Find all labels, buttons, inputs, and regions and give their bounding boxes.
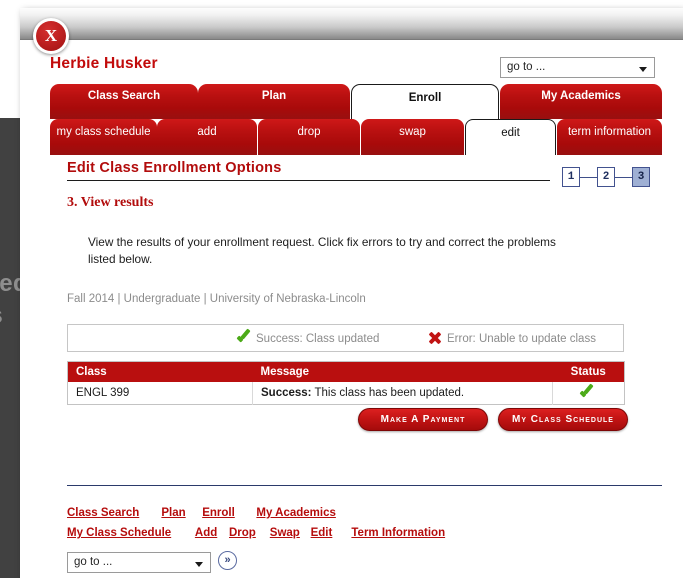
goto-go-button[interactable]: » — [218, 551, 237, 570]
column-header-class: Class — [67, 361, 253, 382]
red-x-icon — [428, 331, 442, 344]
step-indicator: 123 — [562, 167, 652, 189]
cell-status — [552, 382, 625, 405]
section-title: Edit Class Enrollment Options — [67, 160, 282, 176]
tab-plan[interactable]: Plan — [198, 84, 350, 119]
my-class-schedule-button[interactable]: My Class Schedule — [498, 408, 628, 431]
status-legend: Success: Class updated Error: Unable to … — [67, 324, 624, 352]
make-a-payment-button[interactable]: Make A Payment — [358, 408, 488, 431]
enrollment-modal: Herbie Husker go to ... Class Search Plan… — [20, 8, 683, 578]
subtab-label: my class schedule — [56, 126, 151, 138]
subtab-label: term information — [567, 126, 652, 138]
tab-my-academics[interactable]: My Academics — [500, 84, 662, 119]
step-indicator-1[interactable]: 1 — [562, 167, 580, 187]
cell-message-label: Success: — [261, 387, 312, 399]
table-body: ENGL 399 Success: This class has been up… — [67, 382, 625, 405]
subtab-my-class-schedule[interactable]: my class schedule — [50, 119, 157, 155]
footer-links-secondary: My Class Schedule Add Drop Swap Edit Term Inf… — [67, 527, 507, 543]
subtab-edit[interactable]: edit — [465, 119, 556, 155]
term-context-line: Fall 2014 | Undergraduate | University o… — [67, 293, 366, 305]
page-title: Herbie Husker — [50, 55, 158, 72]
footer-link-term-information[interactable]: Term Information — [351, 527, 445, 539]
subtab-swap[interactable]: swap — [361, 119, 464, 155]
tab-label: Enroll — [408, 92, 442, 104]
results-table: Class Message Status ENGL 399 Success: T… — [67, 361, 625, 405]
close-button[interactable]: X — [33, 18, 69, 54]
legend-error-label: Error: Unable to update class — [447, 333, 596, 345]
close-icon: X — [36, 21, 66, 51]
goto-select-top[interactable]: go to ... — [500, 57, 655, 78]
footer-link-drop[interactable]: Drop — [229, 527, 256, 539]
tab-label: Class Search — [87, 90, 161, 102]
footer-link-class-search[interactable]: Class Search — [67, 507, 139, 519]
subtab-label: edit — [501, 127, 520, 139]
goto-select-bottom[interactable]: go to ... — [67, 552, 211, 573]
subtab-term-information[interactable]: term information — [557, 119, 662, 155]
footer-divider — [67, 485, 662, 486]
cell-class: ENGL 399 — [67, 382, 253, 405]
column-header-message: Message — [252, 361, 553, 382]
tab-enroll[interactable]: Enroll — [351, 84, 499, 119]
footer-link-my-class-schedule[interactable]: My Class Schedule — [67, 527, 171, 539]
instructions-text: View the results of your enrollment requ… — [88, 235, 556, 266]
modal-body: Herbie Husker go to ... Class Search Plan… — [20, 40, 683, 578]
tab-label: Plan — [261, 90, 287, 102]
step-heading: 3. View results — [67, 195, 154, 210]
primary-tab-bar: Class Search Plan Enroll My Academics — [50, 84, 662, 119]
column-header-status: Status — [552, 361, 625, 382]
chevron-down-icon — [639, 67, 647, 72]
cell-message: Success: This class has been updated. — [252, 382, 553, 405]
legend-success: Success: Class updated — [236, 331, 379, 345]
goto-select-bottom-value: go to ... — [74, 556, 113, 568]
chevron-down-icon — [195, 562, 203, 567]
modal-title-bar — [20, 8, 683, 40]
legend-error: Error: Unable to update class — [428, 331, 596, 345]
step-indicator-2[interactable]: 2 — [597, 167, 615, 187]
cell-message-text: This class has been updated. — [311, 387, 465, 399]
subtab-label: add — [197, 126, 217, 138]
title-divider — [67, 180, 550, 181]
table-row: ENGL 399 Success: This class has been up… — [67, 382, 625, 405]
subtab-drop[interactable]: drop — [258, 119, 360, 155]
footer-links-primary: Class Search Plan Enroll My Academics — [67, 507, 467, 523]
footer-link-my-academics[interactable]: My Academics — [256, 507, 335, 519]
subtab-add[interactable]: add — [157, 119, 257, 155]
legend-success-label: Success: Class updated — [256, 333, 380, 345]
footer-link-edit[interactable]: Edit — [311, 527, 333, 539]
tab-label: My Academics — [541, 90, 621, 102]
footer-link-add[interactable]: Add — [195, 527, 217, 539]
step-indicator-3[interactable]: 3 — [632, 167, 650, 187]
tab-class-search[interactable]: Class Search — [50, 84, 198, 119]
footer-link-plan[interactable]: Plan — [161, 507, 185, 519]
secondary-tab-bar: my class schedule add drop swap edit term inf… — [50, 119, 662, 155]
subtab-label: drop — [297, 126, 321, 138]
green-check-icon — [579, 386, 594, 399]
table-header-row: Class Message Status — [67, 361, 625, 382]
subtab-label: swap — [399, 126, 426, 138]
goto-select-top-value: go to ... — [507, 61, 546, 73]
footer-link-enroll[interactable]: Enroll — [202, 507, 235, 519]
footer-link-swap[interactable]: Swap — [270, 527, 300, 539]
green-check-icon — [236, 331, 251, 344]
